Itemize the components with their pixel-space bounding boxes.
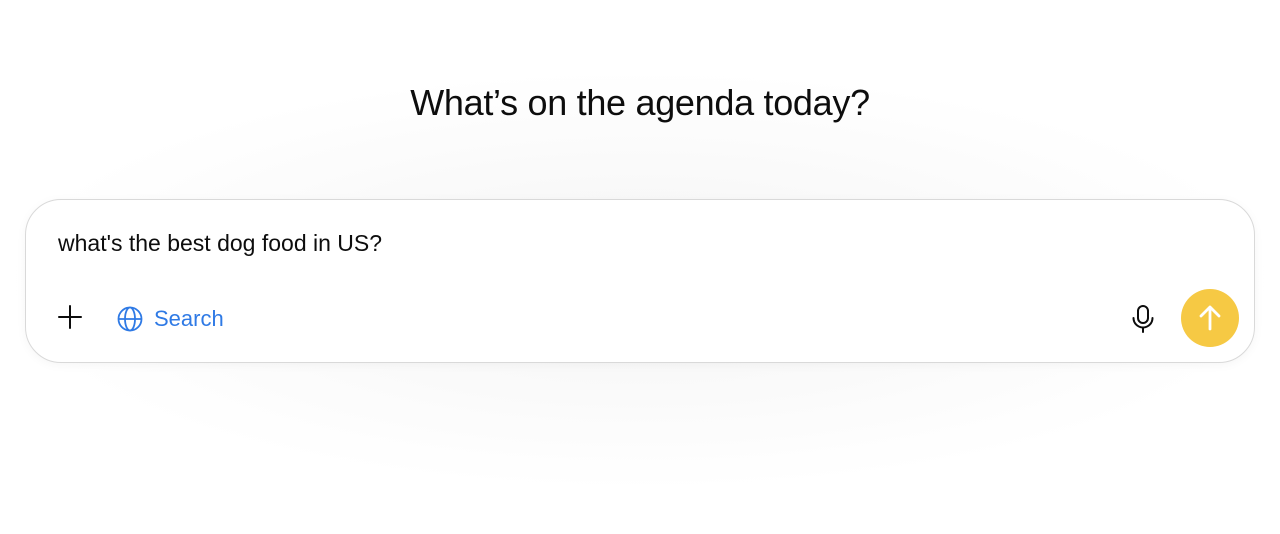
plus-icon — [57, 304, 83, 335]
attach-button[interactable] — [51, 300, 89, 338]
chat-home: What’s on the agenda today? what's the b… — [0, 0, 1280, 534]
search-toggle-button[interactable]: Search — [110, 300, 230, 338]
page-title: What’s on the agenda today? — [410, 82, 870, 123]
globe-icon — [116, 305, 144, 333]
send-button[interactable] — [1181, 289, 1239, 347]
prompt-composer: what's the best dog food in US? Search — [25, 199, 1255, 363]
search-label: Search — [154, 306, 224, 331]
prompt-input[interactable]: what's the best dog food in US? — [58, 230, 1158, 257]
microphone-icon — [1131, 304, 1155, 334]
arrow-up-icon — [1197, 304, 1223, 332]
voice-input-button[interactable] — [1124, 300, 1162, 338]
